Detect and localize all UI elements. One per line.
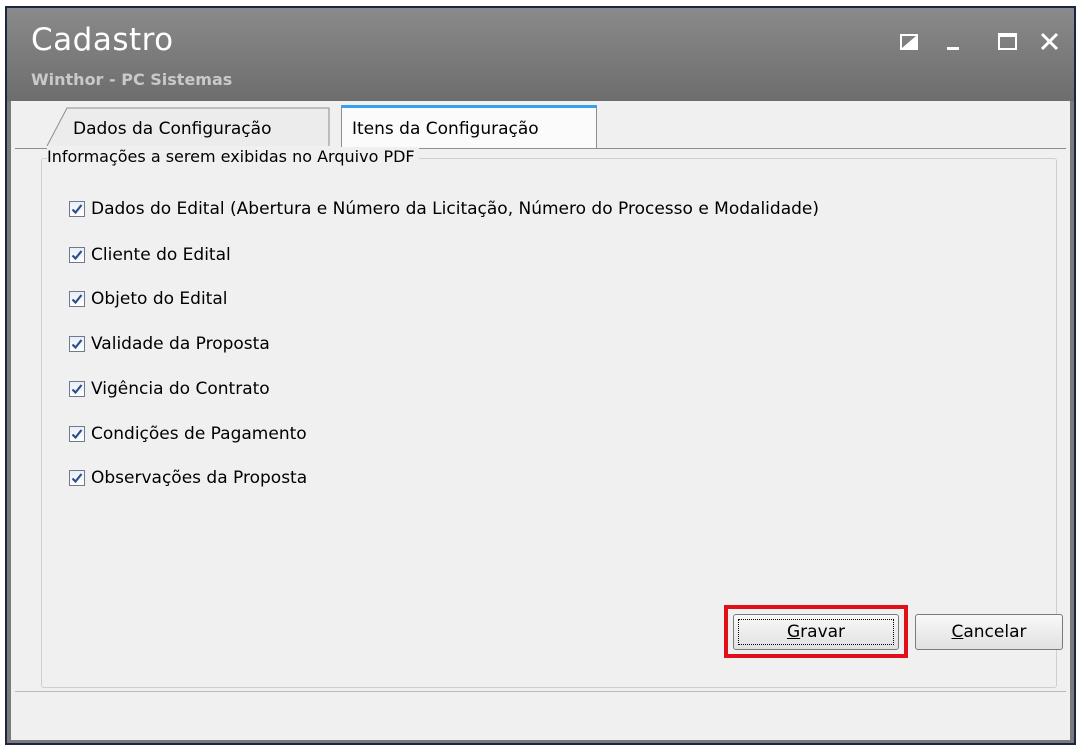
cadastro-window: Cadastro Winthor - PC Sistemas Dados da … xyxy=(5,6,1076,745)
checkbox-checked[interactable] xyxy=(69,291,85,307)
restore-icon[interactable] xyxy=(895,28,925,56)
dialog-client-area: Dados da Configuração Itens da Configura… xyxy=(11,101,1070,740)
tab-itens-da-configuracao[interactable]: Itens da Configuração xyxy=(341,105,597,149)
checkbox-checked[interactable] xyxy=(69,247,85,263)
tab-label: Itens da Configuração xyxy=(352,119,539,139)
checkbox-observacoes-da-proposta[interactable]: Observações da Proposta xyxy=(69,467,307,489)
minimize-icon[interactable] xyxy=(939,28,969,56)
checkbox-checked[interactable] xyxy=(69,336,85,352)
tab-dados-da-configuracao[interactable]: Dados da Configuração xyxy=(45,105,335,146)
checkbox-label: Dados do Edital (Abertura e Número da Li… xyxy=(91,199,819,219)
checkbox-checked[interactable] xyxy=(69,201,85,217)
gravar-button[interactable]: Gravar xyxy=(733,614,899,650)
checkbox-label: Validade da Proposta xyxy=(91,334,270,354)
checkbox-validade-da-proposta[interactable]: Validade da Proposta xyxy=(69,333,270,355)
tab-label: Dados da Configuração xyxy=(73,119,272,139)
title-bar[interactable]: Cadastro Winthor - PC Sistemas xyxy=(7,8,1074,101)
checkbox-label: Objeto do Edital xyxy=(91,289,228,309)
cancelar-mnemonic: C xyxy=(951,622,964,642)
checkbox-checked[interactable] xyxy=(69,381,85,397)
checkbox-label: Vigência do Contrato xyxy=(91,379,270,399)
checkbox-condicoes-de-pagamento[interactable]: Condições de Pagamento xyxy=(69,423,307,445)
groupbox-legend: Informações a serem exibidas no Arquivo … xyxy=(47,147,419,166)
checkbox-vigencia-do-contrato[interactable]: Vigência do Contrato xyxy=(69,378,270,400)
checkbox-label: Condições de Pagamento xyxy=(91,424,307,444)
checkbox-label: Observações da Proposta xyxy=(91,468,308,488)
maximize-icon[interactable] xyxy=(993,28,1023,56)
focus-rectangle xyxy=(738,619,894,645)
checkbox-checked[interactable] xyxy=(69,470,85,486)
checkbox-checked[interactable] xyxy=(69,426,85,442)
window-subtitle: Winthor - PC Sistemas xyxy=(31,70,233,89)
checkbox-cliente-do-edital[interactable]: Cliente do Edital xyxy=(69,244,231,266)
close-icon[interactable] xyxy=(1035,28,1065,56)
cancelar-label: ancelar xyxy=(963,622,1027,642)
window-title: Cadastro xyxy=(31,22,174,58)
cancelar-button[interactable]: Cancelar xyxy=(915,614,1063,650)
button-bar xyxy=(15,691,1066,746)
checkbox-objeto-do-edital[interactable]: Objeto do Edital xyxy=(69,288,227,310)
checkbox-label: Cliente do Edital xyxy=(91,245,231,265)
checkbox-dados-do-edital[interactable]: Dados do Edital (Abertura e Número da Li… xyxy=(69,198,819,220)
